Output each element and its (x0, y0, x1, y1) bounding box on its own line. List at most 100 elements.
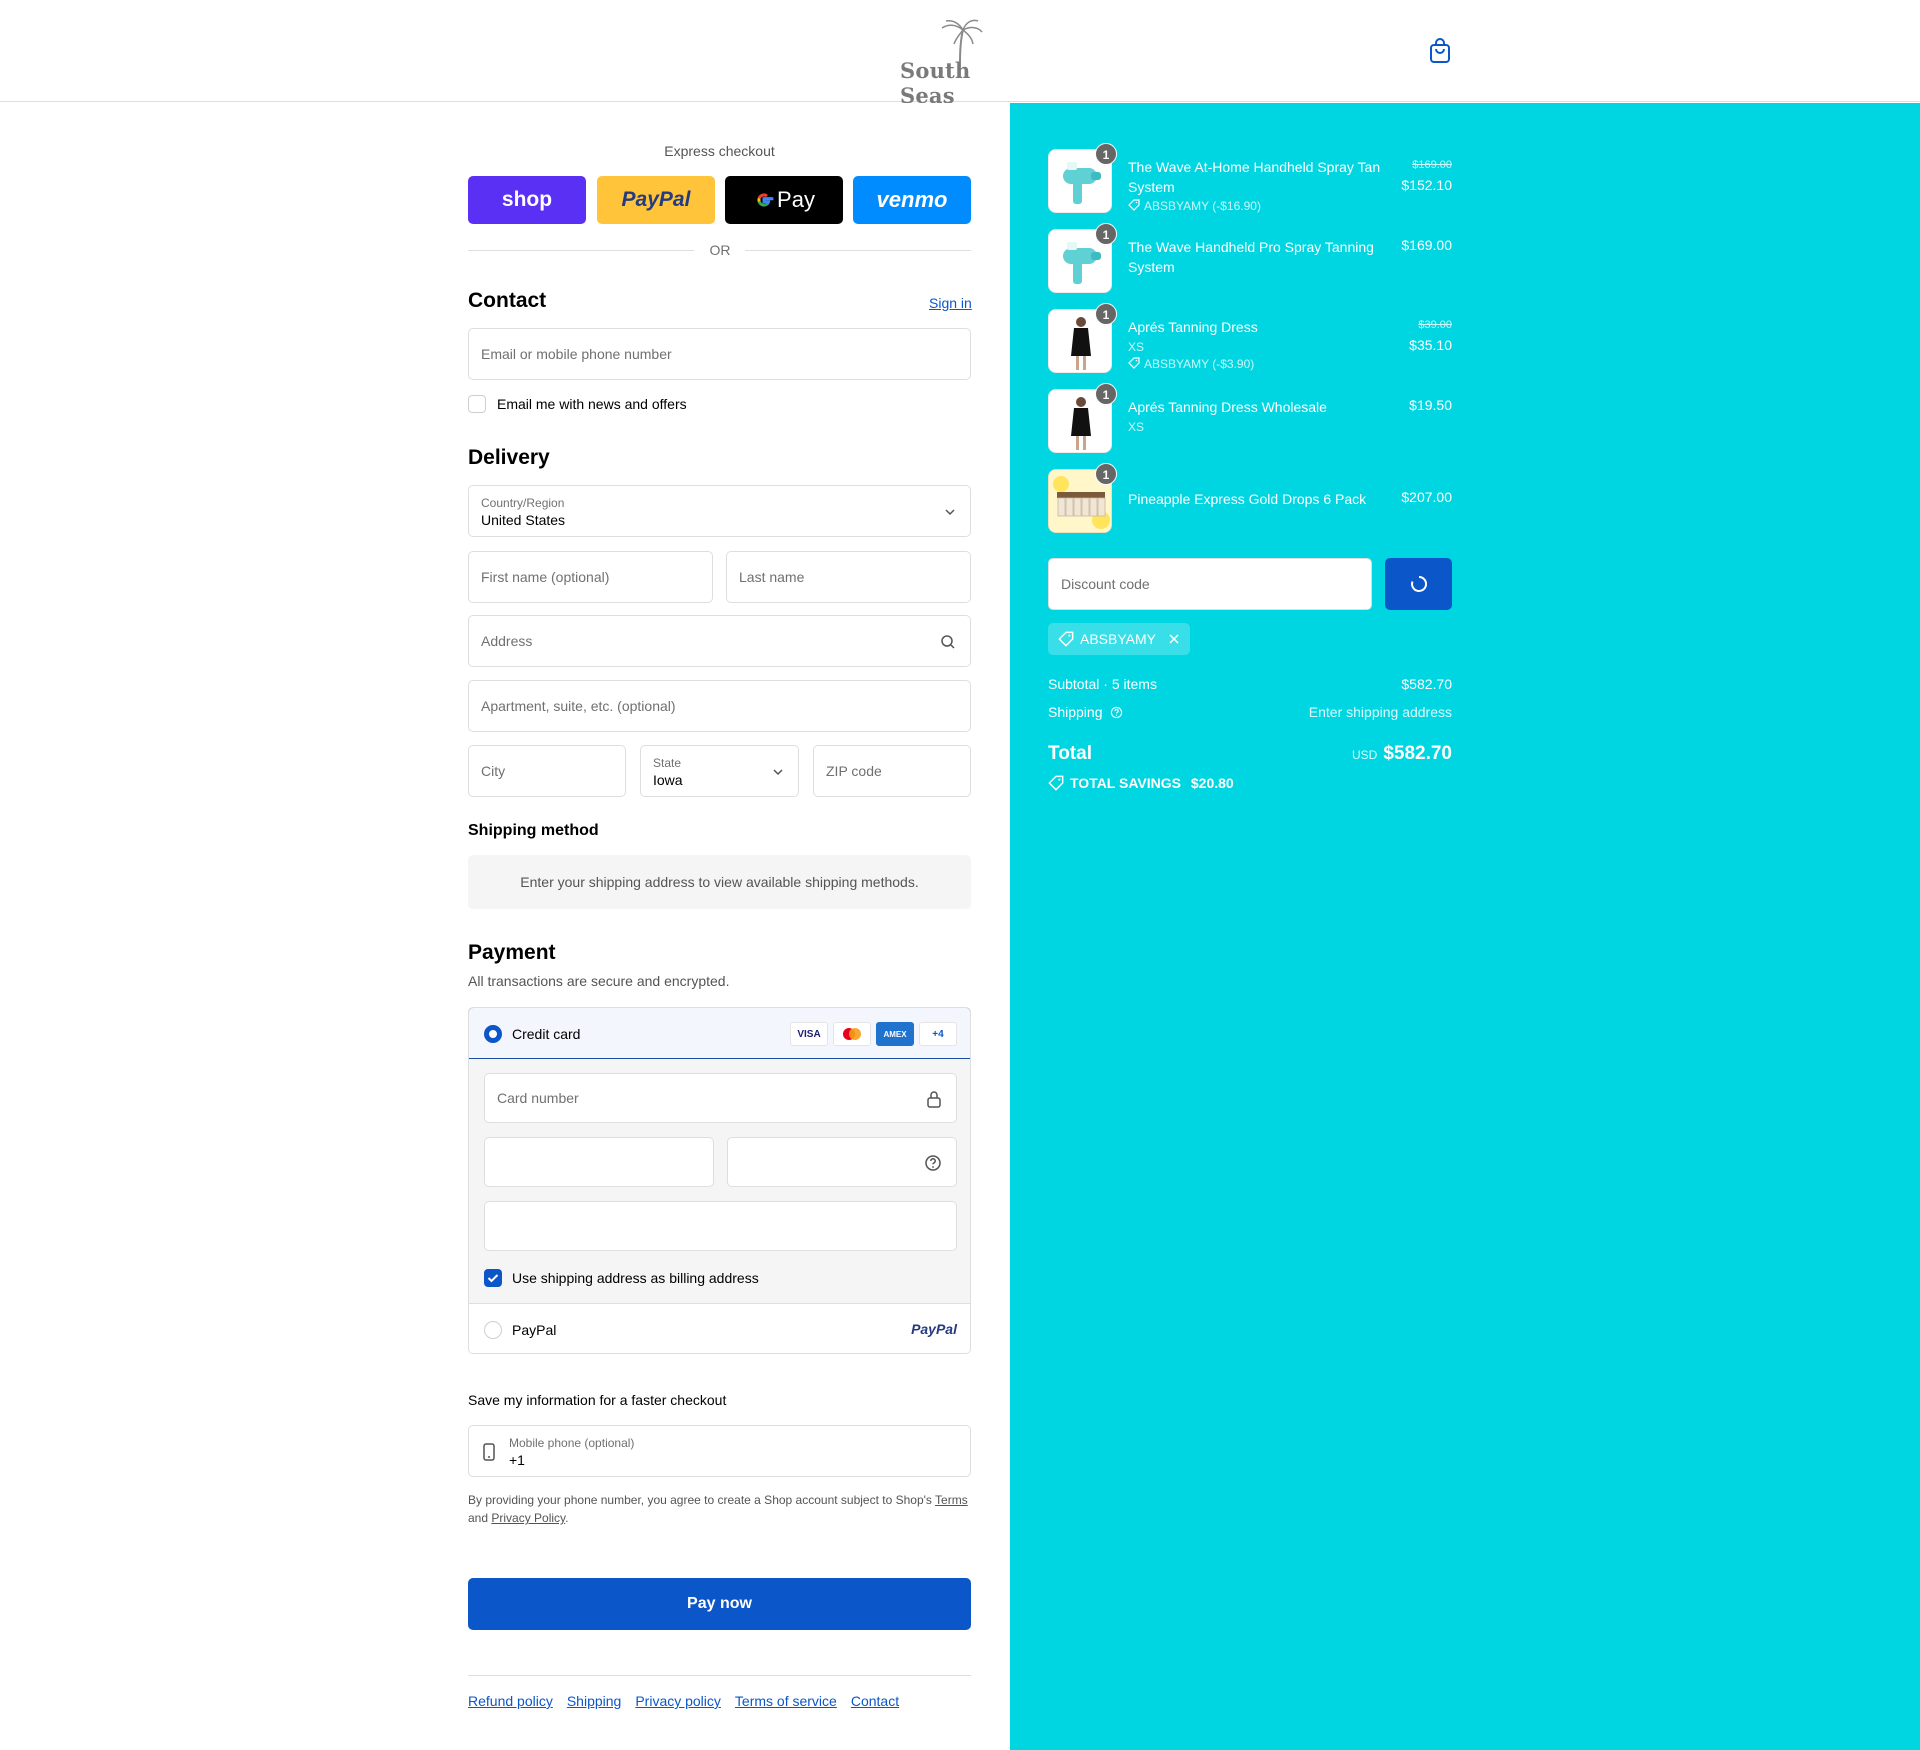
contact-link[interactable]: Contact (851, 1693, 899, 1709)
disclaimer-and: and (468, 1511, 492, 1525)
payment-title: Payment (468, 941, 556, 964)
subtotal-value: $582.70 (1401, 676, 1452, 692)
discount-code-field[interactable]: Discount code (1048, 558, 1372, 610)
currency-code: USD (1351, 748, 1378, 762)
order-item: 1 Aprés Tanning Dress Wholesale XS $19.5… (1048, 383, 1452, 453)
tag-icon (1048, 775, 1064, 791)
state-label: State (653, 756, 682, 770)
last-name-placeholder: Last name (739, 569, 805, 585)
state-select[interactable]: State Iowa (640, 745, 799, 797)
security-code-field[interactable] (727, 1137, 957, 1187)
total-savings-row: TOTAL SAVINGS $20.80 (1048, 775, 1452, 791)
credit-card-option[interactable]: Credit card VISA AMEX +4 (469, 1008, 970, 1059)
state-value: Iowa (653, 772, 683, 788)
express-checkout-title: Express checkout (664, 143, 775, 159)
total-amount: USD $582.70 (1352, 743, 1452, 765)
first-name-placeholder: First name (optional) (481, 569, 610, 585)
apartment-placeholder: Apartment, suite, etc. (optional) (481, 698, 676, 714)
city-field[interactable]: City (468, 745, 626, 797)
shop-privacy-link[interactable]: Privacy Policy (491, 1511, 565, 1525)
item-discount-text: ABSBYAMY (-$16.90) (1144, 199, 1261, 213)
footer-links: Refund policy Shipping Privacy policy Te… (468, 1693, 899, 1709)
sign-in-link[interactable]: Sign in (929, 295, 972, 311)
paypal-radio[interactable] (484, 1321, 502, 1339)
or-label: OR (709, 242, 731, 258)
phone-disclaimer: By providing your phone number, you agre… (468, 1491, 971, 1527)
search-icon (941, 635, 955, 649)
email-field[interactable]: Email or mobile phone number (468, 328, 971, 380)
order-item: 1 Pineapple Express Gold Drops 6 Pack $2… (1048, 463, 1452, 533)
venmo-button[interactable]: venmo (853, 176, 971, 224)
item-name: Aprés Tanning Dress Wholesale (1128, 399, 1327, 415)
save-info-title: Save my information for a faster checkou… (468, 1392, 727, 1408)
address-field[interactable]: Address (468, 615, 971, 667)
zip-field[interactable]: ZIP code (813, 745, 971, 797)
billing-same-checkbox[interactable] (484, 1269, 502, 1287)
apply-discount-button[interactable] (1385, 558, 1452, 610)
first-name-field[interactable]: First name (optional) (468, 551, 713, 603)
help-circle-icon[interactable] (1110, 706, 1123, 719)
or-divider-left (468, 250, 694, 251)
item-discount: ABSBYAMY (-$3.90) (1128, 357, 1254, 371)
tag-icon (1128, 357, 1140, 369)
name-on-card-field[interactable] (484, 1201, 957, 1251)
item-original-price: $169.00 (1412, 159, 1452, 171)
mobile-phone-icon (483, 1443, 495, 1461)
pay-now-button[interactable]: Pay now (468, 1578, 971, 1630)
shipping-label: Shipping (1048, 704, 1103, 720)
terms-of-service-link[interactable]: Terms of service (735, 1693, 837, 1709)
order-item: 1 Aprés Tanning Dress XS ABSBYAMY (-$3.9… (1048, 303, 1452, 373)
paypal-option[interactable]: PayPal PayPal (469, 1303, 970, 1353)
tag-icon (1128, 199, 1140, 211)
total-row: Total USD $582.70 (1048, 743, 1452, 765)
item-price: $207.00 (1401, 489, 1452, 505)
total-label: Total (1048, 743, 1092, 764)
mobile-phone-field[interactable]: Mobile phone (optional) +1 (468, 1425, 971, 1477)
mastercard-icon (843, 1028, 861, 1040)
shipping-policy-link[interactable]: Shipping (567, 1693, 622, 1709)
total-savings-value: $20.80 (1190, 775, 1234, 791)
google-pay-label: Pay (777, 187, 815, 212)
newsletter-label: Email me with news and offers (497, 396, 687, 412)
subtotal-row: Subtotal · 5 items $582.70 (1048, 676, 1452, 692)
quantity-badge: 1 (1095, 303, 1117, 325)
quantity-badge: 1 (1095, 143, 1117, 165)
brand-logo[interactable]: South Seas (896, 18, 1026, 108)
refund-policy-link[interactable]: Refund policy (468, 1693, 553, 1709)
header: South Seas (0, 0, 1920, 108)
country-select[interactable]: Country/Region United States (468, 485, 971, 537)
credit-card-label: Credit card (512, 1026, 581, 1042)
last-name-field[interactable]: Last name (726, 551, 971, 603)
order-item: 1 The Wave At-Home Handheld Spray Tan Sy… (1048, 143, 1452, 213)
apartment-field[interactable]: Apartment, suite, etc. (optional) (468, 680, 971, 732)
item-name: Aprés Tanning Dress (1128, 319, 1258, 335)
item-discount: ABSBYAMY (-$16.90) (1128, 199, 1261, 213)
item-price: $19.50 (1409, 397, 1452, 413)
city-placeholder: City (481, 763, 506, 779)
paypal-express-button[interactable]: PayPal (597, 176, 715, 224)
mobile-phone-value: +1 (509, 1452, 525, 1468)
shop-terms-link[interactable]: Terms (935, 1493, 968, 1507)
newsletter-checkbox[interactable] (468, 395, 486, 413)
billing-same-label: Use shipping address as billing address (512, 1270, 759, 1286)
order-summary: 1 The Wave At-Home Handheld Spray Tan Sy… (1010, 103, 1920, 1750)
quantity-badge: 1 (1095, 383, 1117, 405)
paypal-option-label: PayPal (512, 1322, 557, 1338)
close-icon[interactable] (1168, 633, 1180, 645)
expiration-date-field[interactable] (484, 1137, 714, 1187)
card-number-field[interactable]: Card number (484, 1073, 957, 1123)
paypal-logo: PayPal (621, 188, 691, 211)
item-variant: XS (1128, 340, 1145, 354)
footer-divider (468, 1675, 971, 1676)
item-name: Pineapple Express Gold Drops 6 Pack (1128, 491, 1367, 507)
shopping-bag-icon[interactable] (1428, 38, 1452, 64)
quantity-badge: 1 (1095, 463, 1117, 485)
shipping-method-note: Enter your shipping address to view avai… (468, 855, 971, 909)
help-circle-icon[interactable] (924, 1154, 942, 1172)
credit-card-radio[interactable] (484, 1025, 502, 1043)
google-pay-button[interactable]: Pay (725, 176, 843, 224)
subtotal-label: Subtotal · 5 items (1048, 676, 1157, 692)
privacy-policy-link[interactable]: Privacy policy (635, 1693, 721, 1709)
checkout-main: Express checkout shop PayPal Pay venmo O… (0, 103, 1010, 1750)
shop-pay-button[interactable]: shop (468, 176, 586, 224)
